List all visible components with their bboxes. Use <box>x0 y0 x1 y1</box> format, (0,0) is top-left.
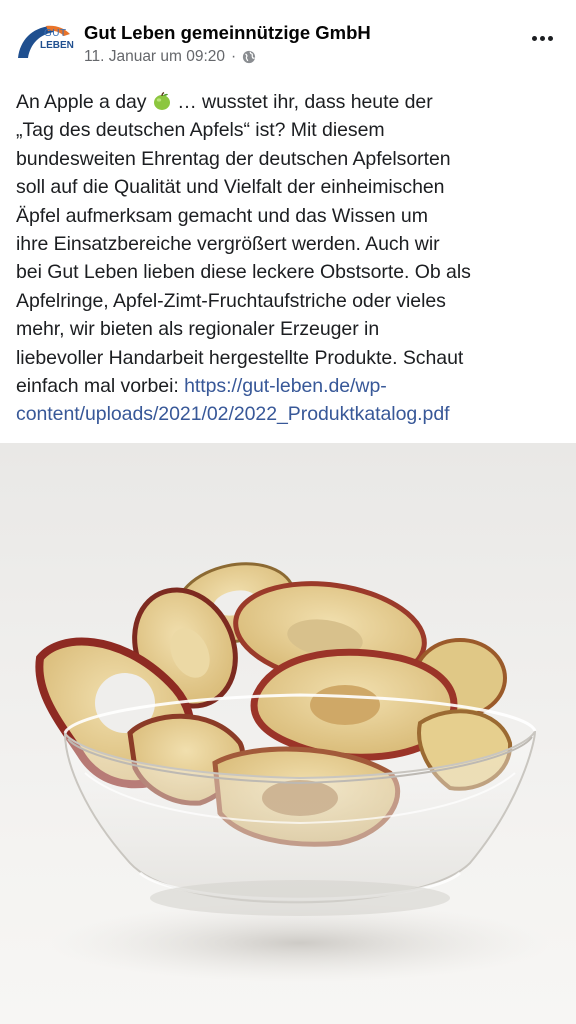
post-text-line: „Tag des deutschen Apfels“ ist? Mit dies… <box>16 119 385 142</box>
facebook-post: GUT LEBEN Gut Leben gemeinnützige GmbH 1… <box>0 0 576 1024</box>
post-text-line: soll auf die Qualität und Vielfalt der e… <box>16 176 445 199</box>
meta-separator: · <box>231 48 237 65</box>
more-options-icon <box>531 35 537 41</box>
post-text-segment: einfach mal vorbei: <box>16 375 185 398</box>
dried-apple-rings-photo <box>35 562 550 983</box>
post-text-line: bundesweiten Ehrentag der deutschen Apfe… <box>16 147 451 170</box>
globe-icon[interactable] <box>242 50 256 64</box>
catalog-link[interactable]: https://gut-leben.de/wp- <box>184 375 387 397</box>
logo-text-leben: LEBEN <box>40 40 74 51</box>
more-options-button[interactable] <box>526 26 558 50</box>
post-text-line: Apfelringe, Apfel-Zimt-Fruchtaufstriche … <box>16 289 446 312</box>
post-text-line: liebevoller Handarbeit hergestellte Prod… <box>16 346 464 369</box>
post-text-line: mehr, wir bieten als regionaler Erzeuger… <box>16 318 380 341</box>
post-text-line: bei Gut Leben lieben diese leckere Obsts… <box>16 261 471 284</box>
more-options-icon-dot <box>547 35 553 41</box>
post-photo[interactable] <box>0 443 576 1024</box>
post-text-line: einfach mal vorbei: https://gut-leben.de… <box>16 372 564 400</box>
green-apple-icon <box>153 91 170 110</box>
post-text-segment: An Apple a day <box>16 91 152 113</box>
post-text-line: ihre Einsatzbereiche vergrößert werden. … <box>16 233 440 256</box>
more-options-icon-dot <box>539 35 545 41</box>
post-timestamp[interactable]: 11. Januar um 09:20 <box>84 48 225 66</box>
post-meta: 11. Januar um 09:20 · <box>84 48 256 66</box>
logo-text-gut: GUT <box>44 28 67 39</box>
page-name-link[interactable]: Gut Leben gemeinnützige GmbH <box>84 22 371 44</box>
page-avatar-logo[interactable]: GUT LEBEN <box>16 22 74 60</box>
post-text-line: content/uploads/2021/02/2022_Produktkata… <box>16 400 564 428</box>
post-text-line: An Apple a day … wusstet ihr, dass heute… <box>16 88 564 116</box>
post-header: GUT LEBEN Gut Leben gemeinnützige GmbH 1… <box>0 0 576 80</box>
catalog-link-continued[interactable]: content/uploads/2021/02/2022_Produktkata… <box>16 403 450 425</box>
post-text-line: Äpfel aufmerksam gemacht und das Wissen … <box>16 204 428 227</box>
post-message: An Apple a day … wusstet ihr, dass heute… <box>16 88 564 429</box>
post-text-segment: … wusstet ihr, dass heute der <box>171 91 433 113</box>
